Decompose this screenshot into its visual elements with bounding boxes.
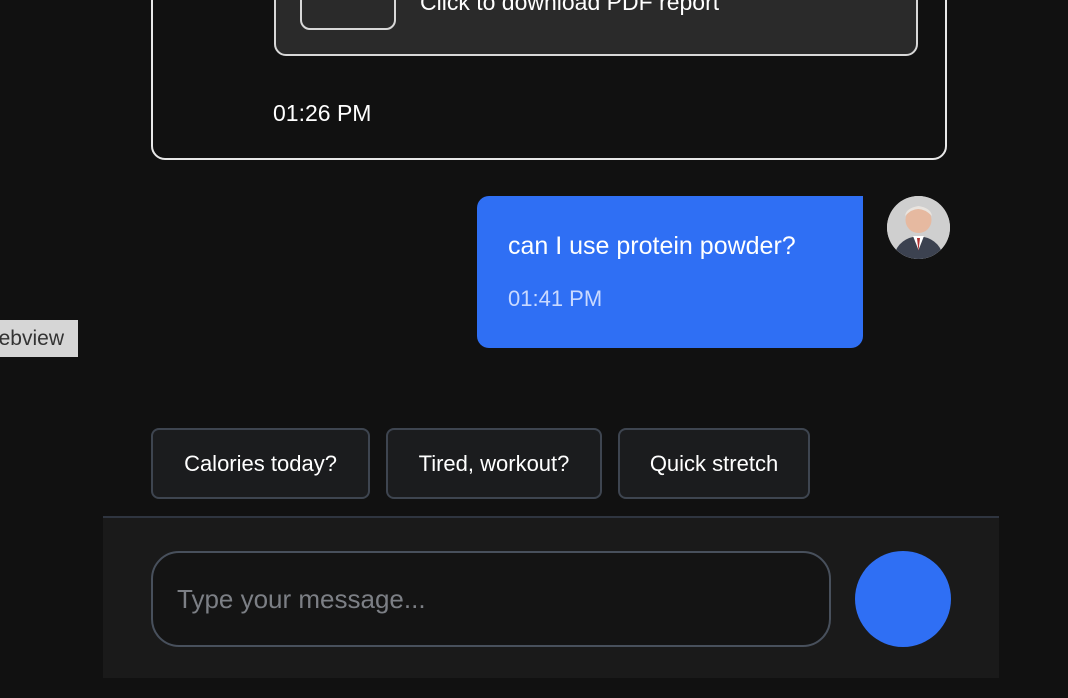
user-avatar [887, 196, 950, 259]
pdf-download-attachment[interactable]: Click to download PDF report [274, 0, 918, 56]
quick-reply-tired-workout[interactable]: Tired, workout? [386, 428, 602, 499]
user-message-bubble: can I use protein powder? 01:41 PM [477, 196, 863, 348]
message-input[interactable] [151, 551, 831, 647]
pdf-download-label: Click to download PDF report [420, 0, 720, 15]
bot-message-time: 01:26 PM [273, 100, 372, 126]
webview-tag-label: ebview [0, 327, 64, 350]
pdf-file-icon [300, 0, 396, 30]
user-message-text: can I use protein powder? [508, 232, 796, 260]
bot-message-card: Click to download PDF report 01:26 PM [151, 0, 947, 160]
send-button[interactable] [855, 551, 951, 647]
webview-tag: ebview [0, 320, 78, 357]
quick-reply-quick-stretch[interactable]: Quick stretch [618, 428, 810, 499]
user-message-time: 01:41 PM [508, 286, 603, 311]
message-composer [103, 516, 999, 678]
user-avatar-icon [887, 196, 950, 259]
chat-screen: Click to download PDF report 01:26 PM ca… [0, 0, 1068, 698]
quick-reply-calories-today[interactable]: Calories today? [151, 428, 370, 499]
